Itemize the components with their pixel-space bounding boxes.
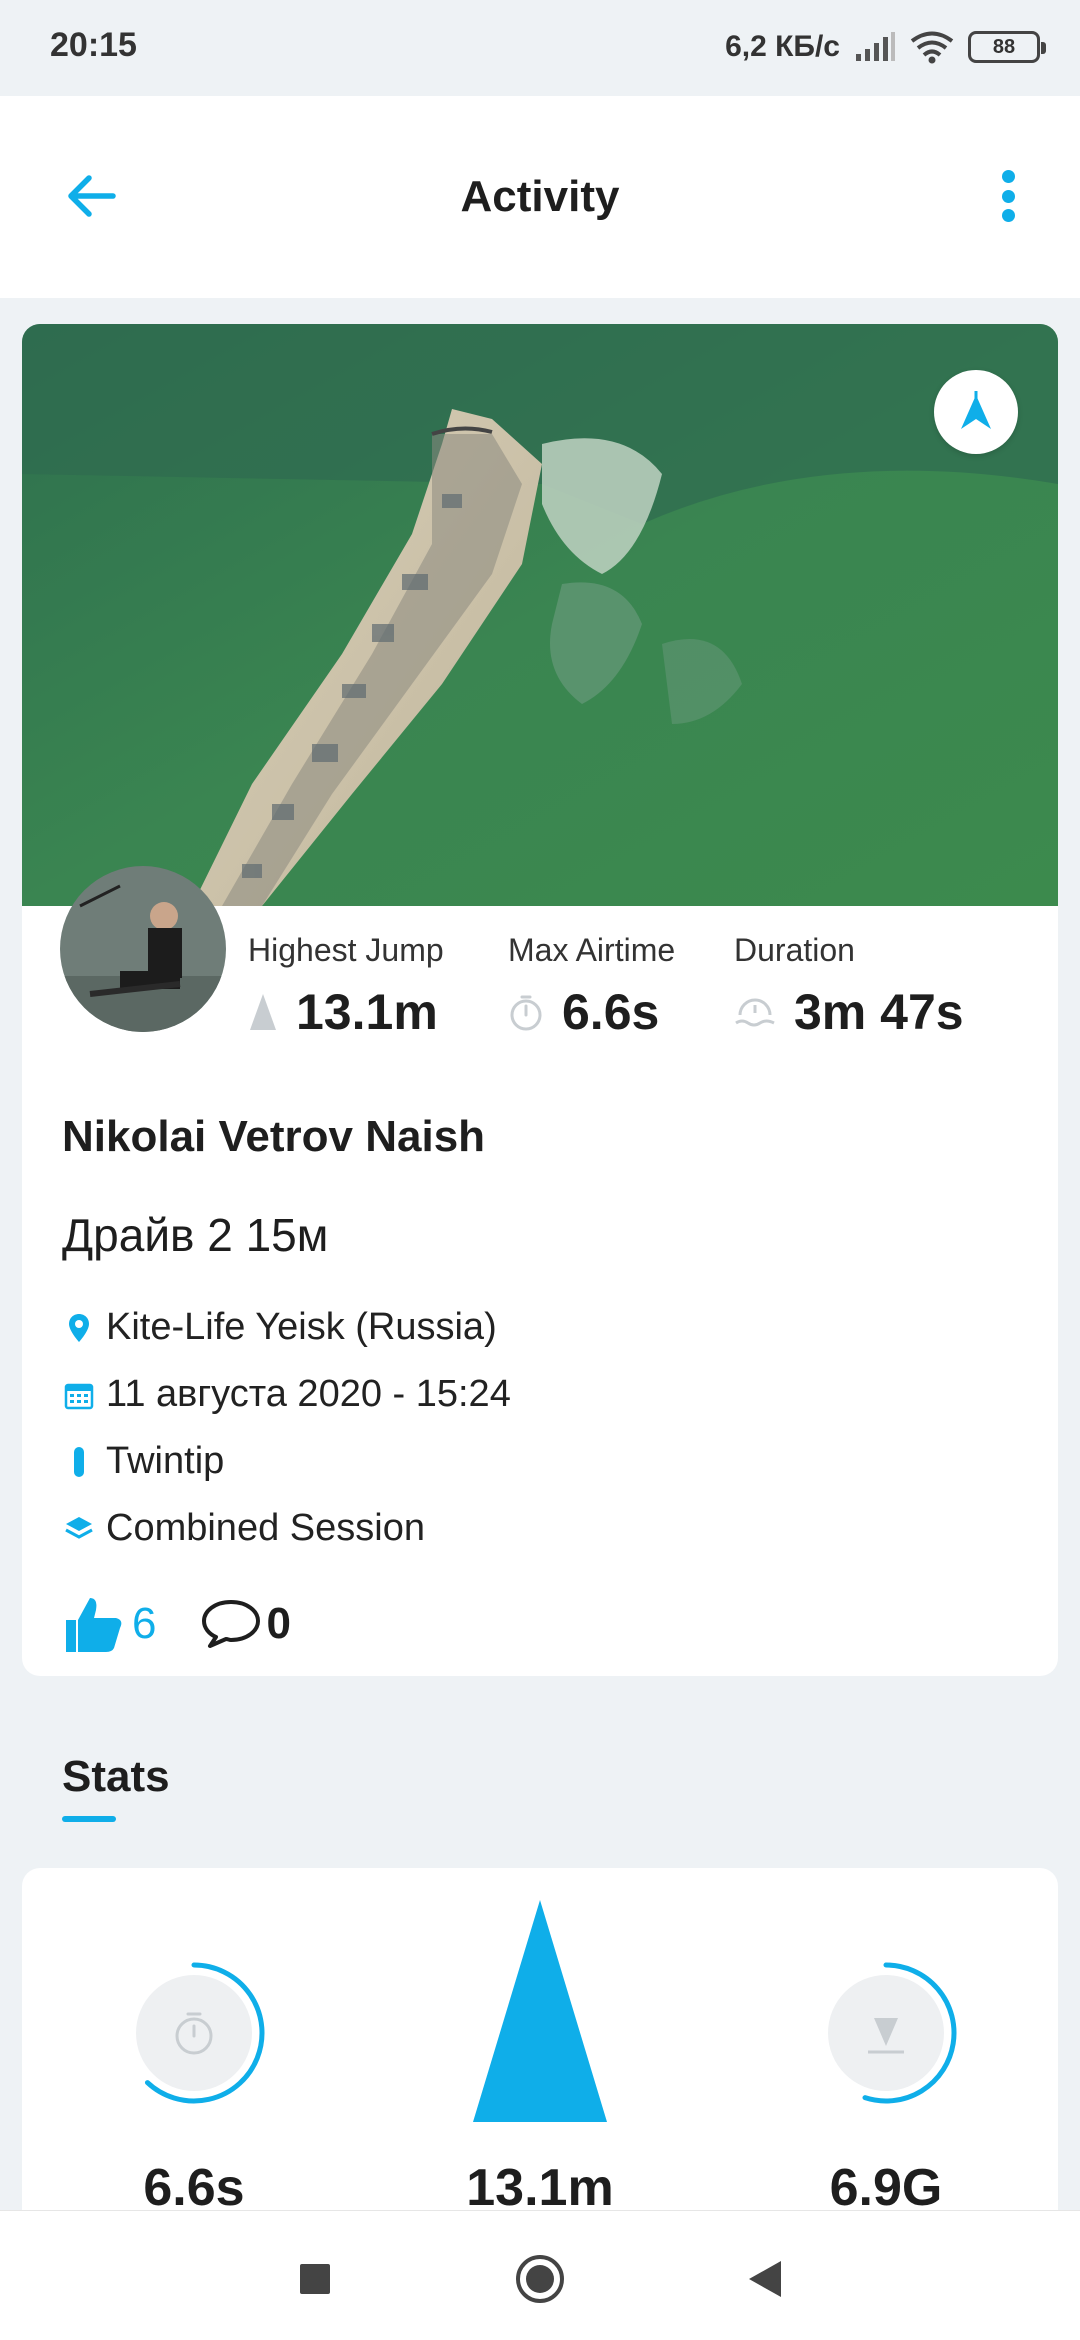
max-airtime-stat: Max Airtime 6.6s <box>508 932 675 1041</box>
map-brand-button[interactable] <box>934 370 1018 454</box>
social-bar: 6 0 <box>62 1594 291 1654</box>
stat-value: 3m 47s <box>794 984 964 1040</box>
page-title: Activity <box>460 172 620 221</box>
status-bar: 20:15 6,2 КБ/с 88 <box>0 0 1080 96</box>
like-button[interactable]: 6 <box>62 1594 156 1654</box>
location-row[interactable]: Kite-Life Yeisk (Russia) <box>62 1306 497 1349</box>
more-vertical-icon <box>1001 170 1015 183</box>
stat-label: Highest Jump <box>248 932 444 968</box>
more-options-button[interactable] <box>988 166 1028 226</box>
status-indicators: 6,2 КБ/с 88 <box>725 24 1046 70</box>
board-text: Twintip <box>106 1440 225 1482</box>
duration-stat: Duration 3m 47s <box>734 932 964 1041</box>
avatar[interactable] <box>60 866 226 1032</box>
comment-button[interactable]: 0 <box>200 1598 291 1650</box>
battery-indicator: 88 <box>968 31 1046 63</box>
network-speed: 6,2 КБ/с <box>725 30 840 63</box>
stopwatch-icon <box>510 995 542 1031</box>
jump-triangle-icon <box>250 994 276 1030</box>
jump-triangle-icon <box>473 1900 607 2122</box>
rider-photo <box>60 866 226 1032</box>
airtime-value: 6.6s <box>143 2159 245 2217</box>
date-row: 11 августа 2020 - 15:24 <box>62 1373 511 1416</box>
calendar-icon <box>64 1383 94 1409</box>
session-type-text: Combined Session <box>106 1507 425 1549</box>
gforce-value: 6.9G <box>829 2159 943 2217</box>
thumbs-up-icon <box>66 1598 122 1652</box>
activity-map[interactable] <box>22 324 1058 906</box>
stats-graphics <box>136 1900 957 2122</box>
stat-value: 6.6s <box>562 984 660 1040</box>
highest-jump-stat: Highest Jump 13.1m <box>248 932 444 1041</box>
stats-tab-indicator <box>62 1816 116 1822</box>
session-type-row: Combined Session <box>62 1507 425 1550</box>
rider-name[interactable]: Nikolai Vetrov Naish <box>62 1112 485 1162</box>
stat-value: 13.1m <box>296 984 438 1040</box>
wifi-icon <box>910 31 954 64</box>
session-duration-icon <box>735 998 775 1027</box>
comment-count: 0 <box>266 1599 291 1648</box>
back-nav-button[interactable] <box>735 2249 795 2309</box>
triangle-back-icon <box>749 2261 781 2297</box>
comment-bubble-icon <box>202 1600 261 1648</box>
woo-compass-icon <box>961 391 991 429</box>
square-icon <box>300 2264 330 2294</box>
board-icon <box>74 1446 84 1477</box>
board-row: Twintip <box>62 1440 224 1483</box>
stat-label: Duration <box>734 932 855 968</box>
session-title: Драйв 2 15м <box>62 1209 329 1261</box>
app-bar: Activity <box>0 96 1080 298</box>
stats-tab[interactable]: Stats <box>62 1752 170 1802</box>
layers-icon <box>65 1516 93 1539</box>
home-button[interactable] <box>510 2249 570 2309</box>
like-count: 6 <box>132 1599 157 1648</box>
activity-card: Highest Jump 13.1m Max Airtime 6.6s Dura… <box>22 324 1058 1676</box>
home-circle-icon <box>516 2255 564 2303</box>
signal-icon <box>856 32 895 61</box>
recents-button[interactable] <box>285 2249 345 2309</box>
stat-label: Max Airtime <box>508 932 676 968</box>
location-text: Kite-Life Yeisk (Russia) <box>106 1306 497 1348</box>
status-time: 20:15 <box>50 26 137 64</box>
system-nav-bar <box>0 2210 1080 2340</box>
location-pin-icon <box>69 1313 89 1342</box>
satellite-map-image <box>22 324 1058 906</box>
date-text: 11 августа 2020 - 15:24 <box>106 1373 511 1415</box>
jump-value: 13.1m <box>466 2159 614 2217</box>
